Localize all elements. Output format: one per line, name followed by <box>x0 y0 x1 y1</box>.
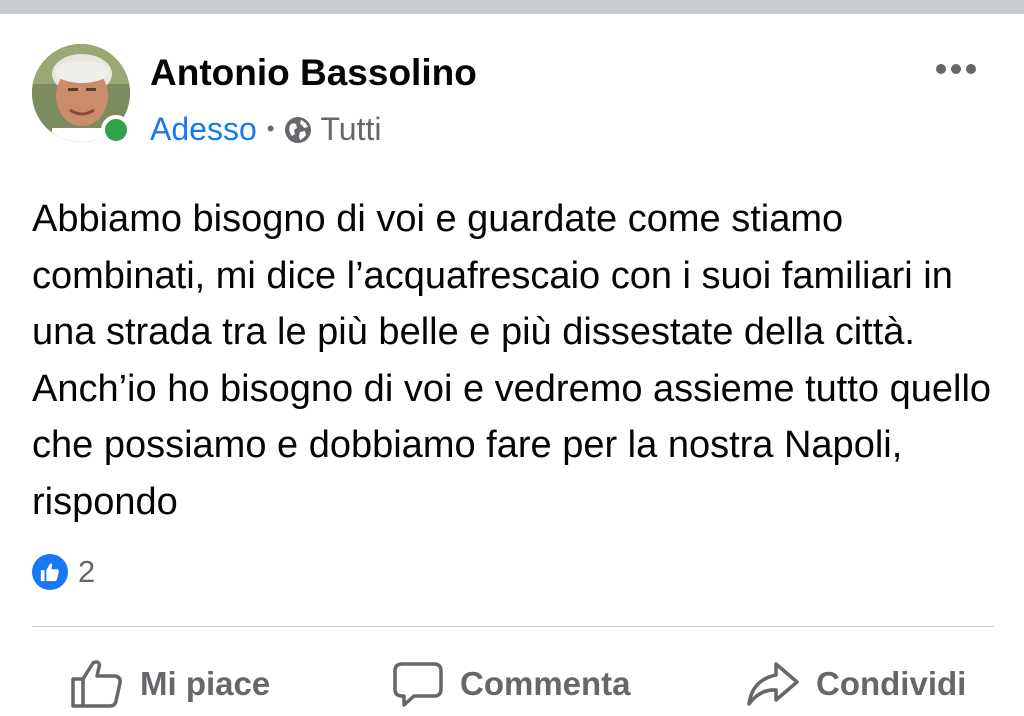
thumbs-up-icon <box>70 659 124 709</box>
comment-button-label: Commenta <box>460 665 631 702</box>
comment-button[interactable]: Commenta <box>392 654 631 714</box>
comment-icon <box>392 660 444 708</box>
reactions-summary[interactable]: 2 <box>32 554 95 590</box>
top-strip <box>0 0 1024 14</box>
action-bar: Mi piace Commenta Condividi <box>0 644 1024 716</box>
post-meta: Adesso • Tutti <box>150 109 381 149</box>
post-card: Antonio Bassolino Adesso • Tutti Abbiamo… <box>0 14 1024 716</box>
author-name[interactable]: Antonio Bassolino <box>150 52 477 94</box>
like-icon <box>32 554 68 590</box>
reaction-count: 2 <box>78 554 96 589</box>
post-text: Abbiamo bisogno di voi e guardate come s… <box>32 198 992 523</box>
globe-icon <box>284 115 312 143</box>
more-options-icon[interactable] <box>932 58 980 80</box>
meta-separator: • <box>266 116 275 141</box>
share-button-label: Condividi <box>816 665 967 702</box>
post-time[interactable]: Adesso <box>150 111 257 148</box>
divider <box>32 626 994 627</box>
online-status-dot <box>101 115 131 145</box>
post-audience: Tutti <box>320 110 382 147</box>
like-button[interactable]: Mi piace <box>70 654 270 714</box>
share-icon <box>746 660 800 708</box>
share-button[interactable]: Condividi <box>746 654 966 714</box>
like-button-label: Mi piace <box>140 665 271 702</box>
